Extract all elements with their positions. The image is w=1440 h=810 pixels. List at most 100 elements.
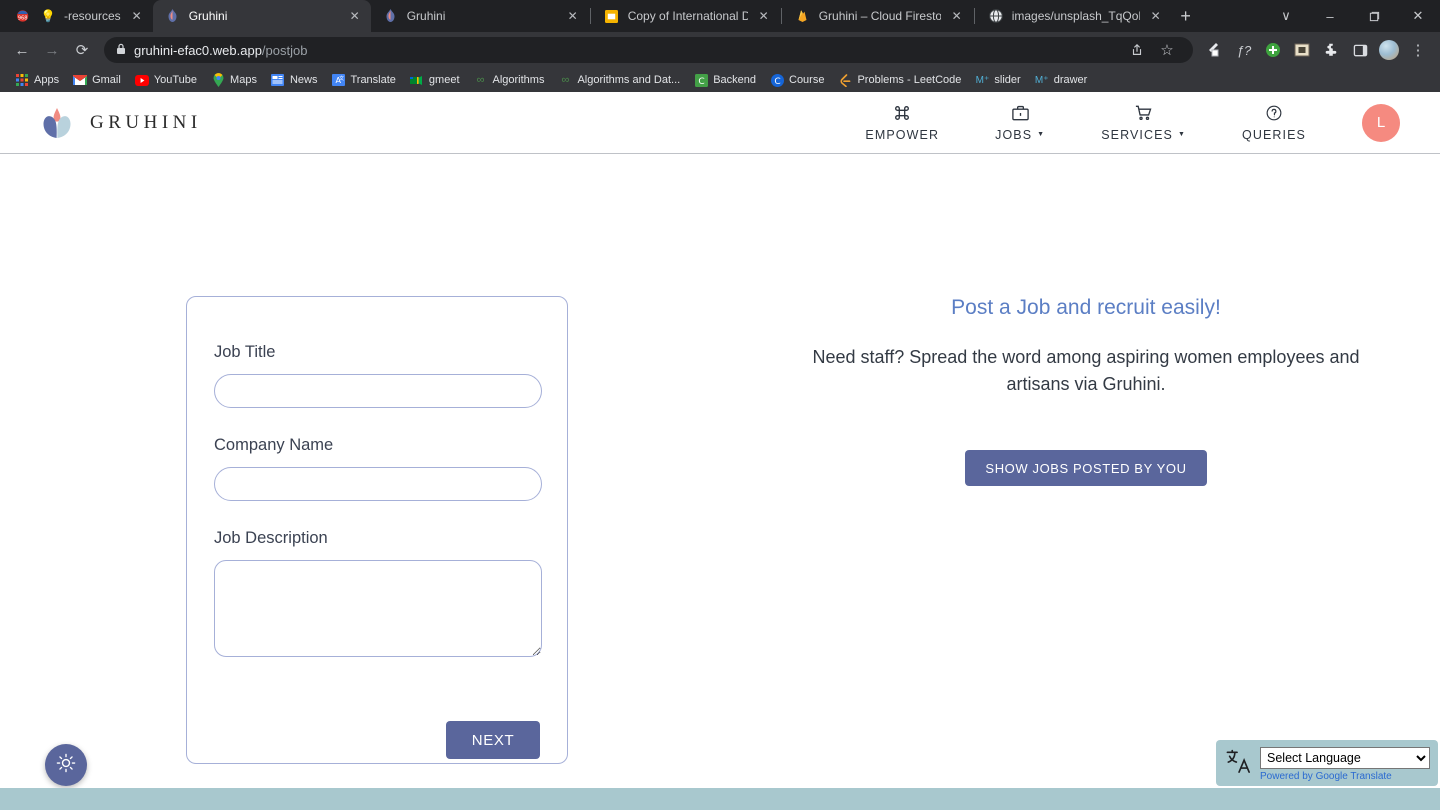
nav-item-empower[interactable]: EMPOWER — [837, 103, 967, 142]
minimize-button[interactable]: ‒ — [1308, 0, 1352, 32]
bookmark-gmail[interactable]: Gmail — [66, 70, 128, 90]
back-icon[interactable]: ← — [8, 36, 36, 64]
glasses-icon: ∞ — [476, 74, 485, 86]
tab-title: Gruhini – Cloud Firestore – — [818, 9, 941, 23]
bookmark-label: Apps — [34, 74, 60, 86]
chrome-menu-icon[interactable]: ⋮ — [1404, 36, 1432, 64]
nav-item-jobs[interactable]: JOBS ▼ — [967, 103, 1073, 142]
bookmark-slider[interactable]: M⁺ slider — [968, 70, 1027, 90]
bookmark-algorithms[interactable]: ∞ Algorithms — [467, 70, 552, 90]
job-description-textarea[interactable] — [214, 560, 542, 657]
forward-icon[interactable]: → — [38, 36, 66, 64]
bookmark-backend[interactable]: C Backend — [687, 70, 763, 90]
nav-item-services[interactable]: SERVICES ▼ — [1073, 103, 1214, 142]
bookmark-gmeet[interactable]: gmeet — [403, 70, 467, 90]
bookmark-drawer[interactable]: M⁺ drawer — [1028, 70, 1095, 90]
sidepanel-icon[interactable] — [1346, 36, 1374, 64]
svg-text:C: C — [774, 77, 780, 87]
bookmark-youtube[interactable]: YouTube — [128, 70, 204, 90]
gruhini-flame-icon — [383, 8, 399, 24]
close-window-button[interactable]: ✕ — [1396, 0, 1440, 32]
tab-title: images/unsplash_TqQoPFLi — [1011, 9, 1140, 23]
bookmark-star-icon[interactable]: ☆ — [1153, 36, 1181, 64]
green-plus-extension-icon[interactable] — [1259, 36, 1287, 64]
company-name-input[interactable] — [214, 467, 542, 501]
browser-tab-5[interactable]: images/unsplash_TqQoPFLi ✕ — [976, 0, 1172, 32]
maps-pin-icon — [211, 73, 225, 87]
extensions-row: ƒ? ⋮ — [1201, 36, 1432, 64]
tab-close-button[interactable]: ✕ — [565, 8, 581, 24]
company-name-label: Company Name — [214, 436, 334, 454]
svg-text:文: 文 — [339, 75, 344, 82]
command-loop-icon — [893, 103, 911, 123]
bookmark-translate[interactable]: A文 Translate — [324, 70, 402, 90]
field-group-job-description: Job Description — [214, 529, 542, 657]
blue-c-icon: C — [770, 73, 784, 87]
tab-separator — [973, 8, 975, 24]
site-logo[interactable]: GRUHINI — [40, 104, 202, 142]
gmail-icon — [73, 73, 88, 87]
bookmark-label: Algorithms and Dat... — [577, 74, 681, 86]
lightbulb-emoji-icon: 💡 — [40, 9, 56, 23]
archive-extension-icon[interactable] — [1288, 36, 1316, 64]
job-title-input[interactable] — [214, 374, 542, 408]
browser-tab-3[interactable]: Copy of International Day f ✕ — [592, 0, 780, 32]
chevron-down-icon: ▼ — [1037, 130, 1046, 138]
bookmark-label: Gmail — [92, 74, 121, 86]
site-brand-name: GRUHINI — [90, 111, 202, 133]
next-button[interactable]: NEXT — [446, 721, 540, 759]
browser-tab-2[interactable]: Gruhini ✕ — [371, 0, 589, 32]
leetcode-icon — [838, 73, 852, 87]
material-icon: M⁺ — [975, 74, 990, 86]
tab-close-button[interactable]: ✕ — [949, 8, 965, 24]
field-group-job-title: Job Title — [214, 343, 542, 408]
bookmark-label: Problems - LeetCode — [857, 74, 962, 86]
profile-avatar-icon[interactable] — [1375, 36, 1403, 64]
maximize-button[interactable] — [1352, 0, 1396, 32]
tab-separator — [589, 8, 591, 24]
bookmark-apps[interactable]: Apps — [8, 70, 66, 90]
nav-label: QUERIES — [1242, 128, 1306, 142]
web-page: GRUHINI EMPOWER JOBS ▼ SERVICES ▼ QUERIE… — [0, 92, 1440, 810]
bookmark-maps[interactable]: Maps — [204, 70, 264, 90]
new-tab-button[interactable]: + — [1172, 2, 1200, 30]
language-select[interactable]: Select Language — [1260, 747, 1430, 769]
svg-text:C: C — [698, 77, 704, 87]
bookmark-leetcode[interactable]: Problems - LeetCode — [831, 70, 968, 90]
reload-icon[interactable]: ⟳ — [68, 36, 96, 64]
nav-label: SERVICES ▼ — [1101, 128, 1187, 142]
tab-close-button[interactable]: ✕ — [1148, 8, 1164, 24]
url-path: /postjob — [261, 42, 308, 58]
browser-tab-1[interactable]: Gruhini ✕ — [152, 0, 371, 32]
browser-toolbar: ← → ⟳ gruhini-efac0.web.app/postjob ☆ ƒ? — [0, 32, 1440, 68]
post-job-form-card: Job Title Company Name Job Description N… — [186, 296, 568, 764]
browser-tab-0[interactable]: 968 💡 -resources ✕ — [4, 0, 153, 32]
show-jobs-posted-button[interactable]: SHOW JOBS POSTED BY YOU — [965, 450, 1207, 486]
nav-item-queries[interactable]: QUERIES — [1214, 103, 1334, 142]
bookmark-label: YouTube — [153, 74, 198, 86]
bookmarks-bar: Apps Gmail YouTube Maps News A 文 Transla… — [0, 68, 1440, 92]
url-host: gruhini-efac0.web.app — [134, 42, 262, 58]
bookmark-label: Algorithms — [492, 74, 545, 86]
tab-close-button[interactable]: ✕ — [347, 8, 363, 24]
user-avatar[interactable]: L — [1362, 103, 1400, 142]
tab-search-button[interactable]: ∨ — [1264, 0, 1308, 32]
puzzle-extensions-icon[interactable] — [1317, 36, 1345, 64]
promo-subtitle: Need staff? Spread the word among aspiri… — [812, 347, 1360, 394]
bookmark-news[interactable]: News — [264, 70, 325, 90]
url-text: gruhini-efac0.web.app/postjob — [134, 43, 307, 58]
theme-toggle-button[interactable] — [45, 744, 87, 786]
tab-title: Copy of International Day f — [627, 9, 748, 23]
share-icon[interactable] — [1123, 36, 1151, 64]
gruhini-flame-icon — [165, 8, 181, 24]
pen-extension-icon[interactable] — [1201, 36, 1229, 64]
shopping-cart-icon — [1134, 103, 1153, 123]
address-bar[interactable]: gruhini-efac0.web.app/postjob ☆ — [104, 37, 1193, 63]
tab-close-button[interactable]: ✕ — [129, 8, 145, 24]
tab-close-button[interactable]: ✕ — [756, 8, 772, 24]
browser-tab-4[interactable]: Gruhini – Cloud Firestore – ✕ — [783, 0, 973, 32]
bookmark-course[interactable]: C Course — [763, 70, 831, 90]
f-question-extension-icon[interactable]: ƒ? — [1230, 36, 1258, 64]
bookmark-label: Translate — [350, 74, 396, 86]
bookmark-algorithms-and-data[interactable]: ∞ Algorithms and Dat... — [551, 70, 687, 90]
